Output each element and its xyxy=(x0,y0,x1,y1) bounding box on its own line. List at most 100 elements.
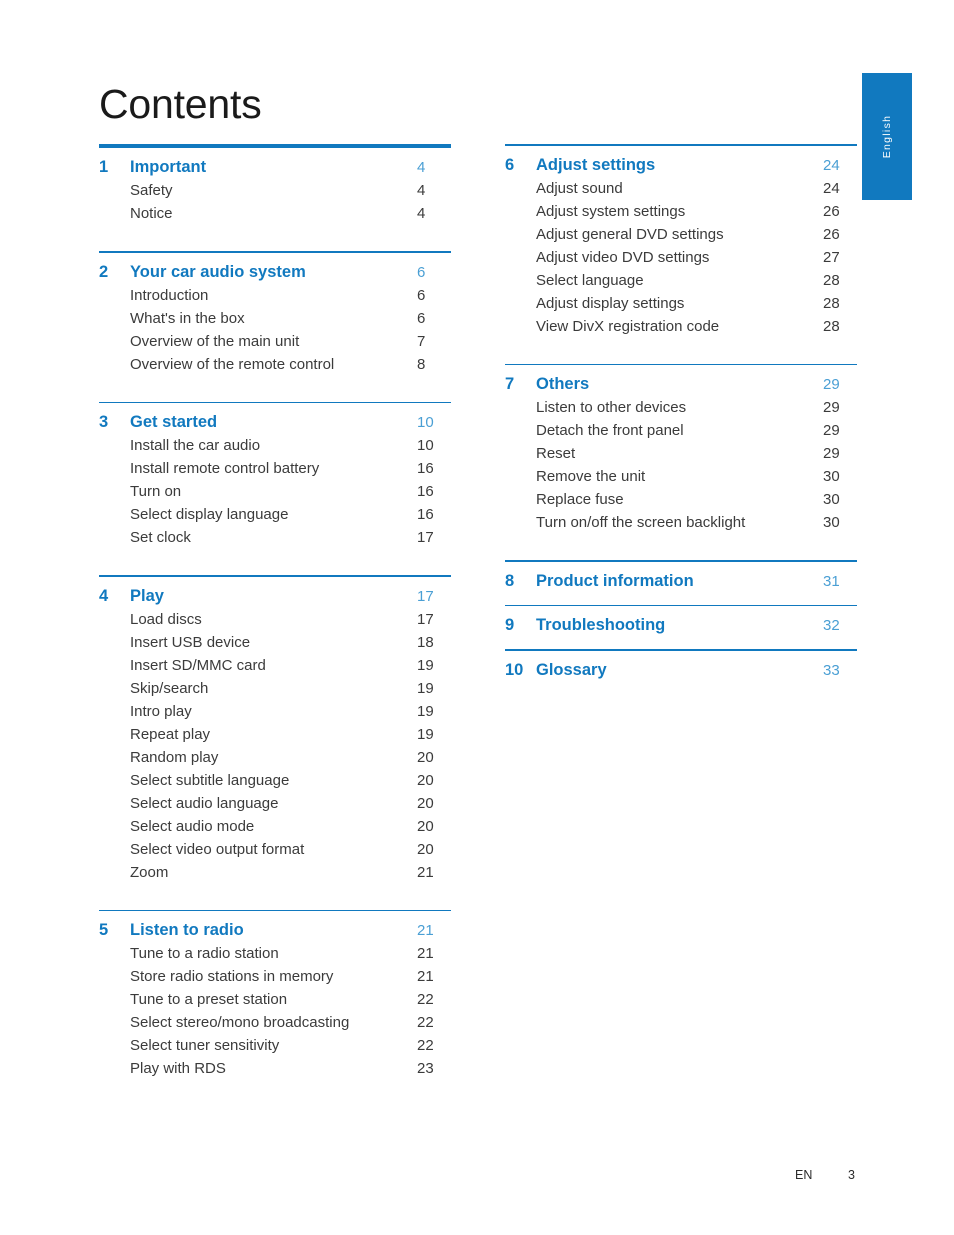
toc-entry[interactable]: Overview of the remote control 8 xyxy=(99,353,451,376)
toc-entry[interactable]: Select subtitle language 20 xyxy=(99,769,451,792)
entry-title: Adjust general DVD settings xyxy=(536,225,724,243)
toc-entry[interactable]: Intro play 19 xyxy=(99,700,451,723)
toc-entry[interactable]: Select audio language 20 xyxy=(99,792,451,815)
toc-entry[interactable]: Adjust sound 24 xyxy=(505,177,857,200)
entry-title: Zoom xyxy=(130,863,169,881)
toc-section-heading[interactable]: 3 Get started 10 xyxy=(99,403,451,434)
toc-section: 3 Get started 10 Install the car audio 10 Ins… xyxy=(99,401,451,576)
toc-entry[interactable]: Overview of the main unit 7 xyxy=(99,330,451,353)
entry-title: Adjust sound xyxy=(536,179,623,197)
entry-page-number: 6 xyxy=(417,309,426,327)
toc-column-left: 1 Important 4 Safety 4 Notice 4 2 Your car audio… xyxy=(99,144,451,1080)
entry-page-number: 20 xyxy=(417,840,434,858)
toc-section-heading[interactable]: 7 Others 29 xyxy=(505,365,857,396)
section-page-number: 17 xyxy=(417,587,434,605)
section-page-number: 33 xyxy=(823,661,840,679)
toc-entry[interactable]: Adjust system settings 26 xyxy=(505,200,857,223)
toc-entry[interactable]: Insert USB device 18 xyxy=(99,631,451,654)
toc-entry[interactable]: Select stereo/mono broadcasting 22 xyxy=(99,1011,451,1034)
section-title: Play xyxy=(130,586,164,605)
section-title: Adjust settings xyxy=(536,155,656,174)
entry-page-number: 26 xyxy=(823,225,840,243)
section-number: 5 xyxy=(99,921,109,940)
entry-page-number: 26 xyxy=(823,202,840,220)
toc-entry[interactable]: Select tuner sensitivity 22 xyxy=(99,1034,451,1057)
toc-entry[interactable]: Turn on/off the screen backlight 30 xyxy=(505,511,857,534)
toc-entry[interactable]: Store radio stations in memory 21 xyxy=(99,965,451,988)
toc-entry[interactable]: Random play 20 xyxy=(99,746,451,769)
entry-title: Load discs xyxy=(130,610,202,628)
entry-page-number: 4 xyxy=(417,182,426,199)
entry-page-number: 30 xyxy=(823,514,840,532)
entry-title: Tune to a preset station xyxy=(130,991,288,1009)
section-title: Listen to radio xyxy=(130,921,244,940)
toc-entry[interactable]: Adjust general DVD settings 26 xyxy=(505,223,857,246)
toc-entry[interactable]: Select video output format 20 xyxy=(99,838,451,861)
toc-entry[interactable]: What's in the box 6 xyxy=(99,307,451,330)
toc-section-heading[interactable]: 6 Adjust settings 24 xyxy=(505,146,857,177)
toc-entry[interactable]: Skip/search 19 xyxy=(99,677,451,700)
toc-section: 10 Glossary 33 xyxy=(505,649,857,682)
toc-section: 7 Others 29 Listen to other devices 29 Detach… xyxy=(505,363,857,561)
toc-entry[interactable]: Adjust display settings 28 xyxy=(505,292,857,315)
toc-section-heading[interactable]: 1 Important 4 xyxy=(99,148,451,179)
section-number: 9 xyxy=(505,616,515,635)
entry-title: Turn on xyxy=(130,483,182,501)
toc-entry[interactable]: Listen to other devices 29 xyxy=(505,396,857,419)
toc-section-heading[interactable]: 5 Listen to radio 21 xyxy=(99,911,451,942)
entry-title: Safety xyxy=(130,182,173,199)
section-number: 1 xyxy=(99,158,109,176)
toc-entry[interactable]: Repeat play 19 xyxy=(99,723,451,746)
page-footer: EN 3 xyxy=(0,1168,954,1188)
toc-entry[interactable]: Replace fuse 30 xyxy=(505,488,857,511)
toc-entry[interactable]: Tune to a preset station 22 xyxy=(99,988,451,1011)
toc-entry[interactable]: Turn on 16 xyxy=(99,480,451,503)
toc-entry[interactable]: Introduction 6 xyxy=(99,284,451,307)
toc-entry[interactable]: Remove the unit 30 xyxy=(505,465,857,488)
toc-entry[interactable]: Adjust video DVD settings 27 xyxy=(505,246,857,269)
entry-page-number: 20 xyxy=(417,794,434,812)
entry-page-number: 19 xyxy=(417,725,434,743)
toc-entry[interactable]: Reset 29 xyxy=(505,442,857,465)
toc-section-heading[interactable]: 4 Play 17 xyxy=(99,577,451,608)
toc-entry[interactable]: Select language 28 xyxy=(505,269,857,292)
toc-section-heading[interactable]: 10 Glossary 33 xyxy=(505,651,857,682)
entry-page-number: 10 xyxy=(417,437,434,455)
entry-title: Select audio mode xyxy=(130,817,255,835)
toc-entry[interactable]: Tune to a radio station 21 xyxy=(99,942,451,965)
entry-page-number: 22 xyxy=(417,1037,434,1055)
entry-title: View DivX registration code xyxy=(536,317,720,335)
toc-entry[interactable]: Insert SD/MMC card 19 xyxy=(99,654,451,677)
toc-entry[interactable]: Safety 4 xyxy=(99,179,451,202)
toc-entry[interactable]: Notice 4 xyxy=(99,202,451,225)
section-number: 7 xyxy=(505,375,515,394)
toc-entry[interactable]: Install the car audio 10 xyxy=(99,434,451,457)
toc-entry[interactable]: Zoom 21 xyxy=(99,861,451,884)
toc-section-heading[interactable]: 9 Troubleshooting 32 xyxy=(505,606,857,637)
toc-entry[interactable]: View DivX registration code 28 xyxy=(505,315,857,338)
toc-entry[interactable]: Select audio mode 20 xyxy=(99,815,451,838)
section-number: 4 xyxy=(99,586,109,605)
section-page-number: 10 xyxy=(417,414,434,432)
toc-entry[interactable]: Set clock 17 xyxy=(99,526,451,549)
toc-section-heading[interactable]: 8 Product information 31 xyxy=(505,562,857,593)
section-page-number: 31 xyxy=(823,572,840,590)
entry-title: Adjust display settings xyxy=(536,294,685,312)
entry-title: Insert SD/MMC card xyxy=(130,656,266,674)
language-tab-label: English xyxy=(881,114,893,159)
toc-entry[interactable]: Select display language 16 xyxy=(99,503,451,526)
toc-entry[interactable]: Install remote control battery 16 xyxy=(99,457,451,480)
toc-section-heading[interactable]: 2 Your car audio system 6 xyxy=(99,253,451,284)
entry-title: Skip/search xyxy=(130,679,209,697)
entry-page-number: 27 xyxy=(823,248,840,266)
toc-entry[interactable]: Load discs 17 xyxy=(99,608,451,631)
entry-title: Remove the unit xyxy=(536,468,646,486)
section-number: 2 xyxy=(99,262,109,281)
toc-entry[interactable]: Play with RDS 23 xyxy=(99,1057,451,1080)
toc-entry[interactable]: Detach the front panel 29 xyxy=(505,419,857,442)
entry-page-number: 20 xyxy=(417,771,434,789)
entry-page-number: 18 xyxy=(417,633,434,651)
entry-title: Store radio stations in memory xyxy=(130,968,334,986)
